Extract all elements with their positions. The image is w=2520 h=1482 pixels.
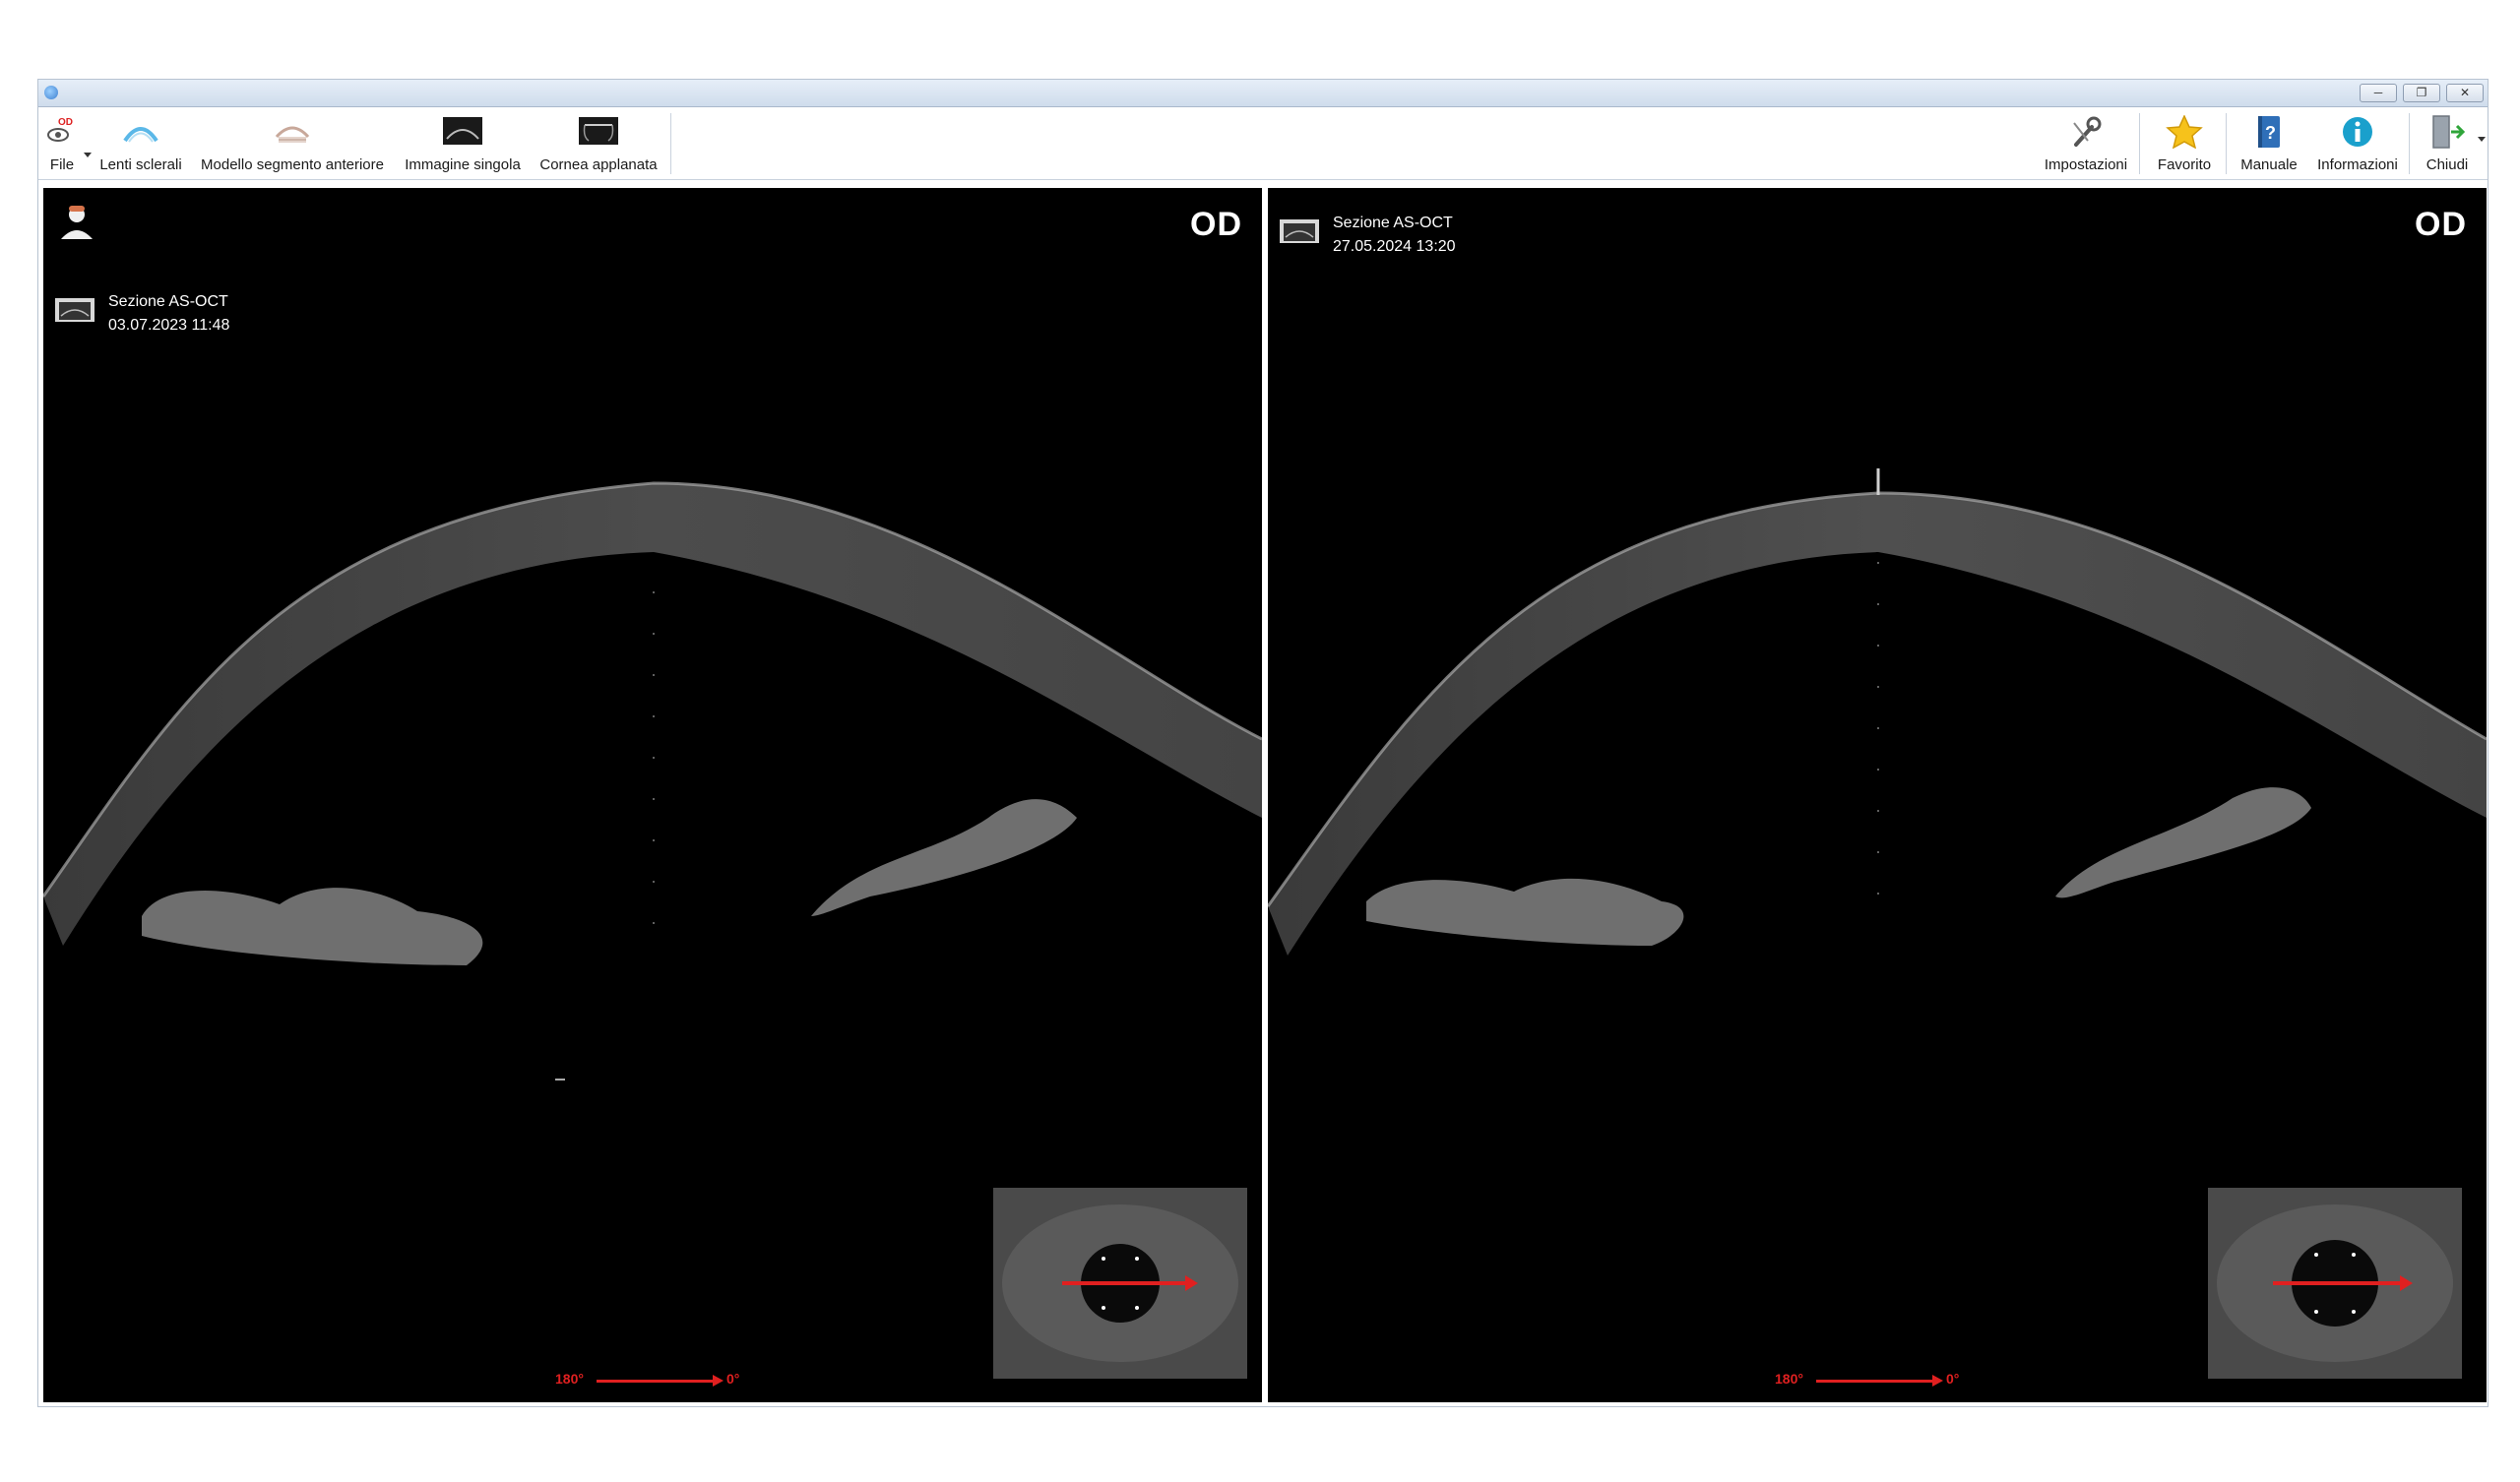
iris-thumbnail[interactable] <box>2208 1188 2462 1379</box>
info-button[interactable]: Informazioni <box>2308 107 2407 180</box>
single-image-icon <box>443 117 482 145</box>
main-toolbar: OD File Lenti sclerali Modello segmento … <box>38 107 2488 180</box>
iris-thumbnail[interactable] <box>993 1188 1247 1379</box>
direction-end: 0° <box>1946 1371 1960 1387</box>
applanated-cornea-icon <box>579 117 618 145</box>
settings-button[interactable]: Impostazioni <box>2037 107 2135 180</box>
direction-start: 180° <box>555 1371 584 1387</box>
settings-label: Impostazioni <box>2044 156 2128 173</box>
eye-label: OD <box>2415 206 2467 243</box>
close-app-label: Chiudi <box>2426 156 2469 173</box>
arrow-right-icon <box>713 1375 724 1387</box>
single-image-button[interactable]: Immagine singola <box>399 107 527 180</box>
toolbar-separator <box>2409 113 2410 174</box>
exit-door-icon <box>2432 115 2466 149</box>
scan-type: Sezione AS-OCT <box>108 293 228 310</box>
favorite-label: Favorito <box>2157 156 2212 173</box>
application-window: ─ ❐ ✕ OD File Lenti sclerali Modello seg… <box>37 79 2488 1407</box>
title-bar[interactable]: ─ ❐ ✕ <box>38 80 2488 107</box>
applanated-cornea-button[interactable]: Cornea applanata <box>535 107 662 180</box>
scan-datetime: 27.05.2024 13:20 <box>1333 238 1456 255</box>
scan-direction-indicator: 180° 0° <box>1775 1371 1962 1390</box>
direction-line <box>1816 1380 1934 1383</box>
patient-icon[interactable] <box>57 202 96 241</box>
minimize-icon: ─ <box>2373 86 2383 99</box>
close-icon: ✕ <box>2459 86 2471 99</box>
scan-type: Sezione AS-OCT <box>1333 215 1453 231</box>
minimize-button[interactable]: ─ <box>2360 84 2397 102</box>
star-icon <box>2166 115 2203 149</box>
anterior-segment-model-button[interactable]: Modello segmento anteriore <box>194 107 391 180</box>
oct-section-icon <box>55 298 94 322</box>
manual-label: Manuale <box>2240 156 2298 173</box>
anterior-segment-model-icon <box>275 126 310 143</box>
toolbar-separator <box>2139 113 2140 174</box>
applanated-cornea-label: Cornea applanata <box>539 156 658 173</box>
scleral-lens-label: Lenti sclerali <box>99 156 182 173</box>
scleral-lens-icon <box>123 127 158 143</box>
scan-datetime: 03.07.2023 11:48 <box>108 317 230 334</box>
arrow-right-icon <box>1932 1375 1943 1387</box>
file-button[interactable]: OD File <box>38 107 86 180</box>
direction-end: 0° <box>726 1371 740 1387</box>
scleral-lens-button[interactable]: Lenti sclerali <box>95 107 186 180</box>
info-icon <box>2343 117 2372 147</box>
toolbar-separator <box>670 113 671 174</box>
file-label: File <box>49 156 75 173</box>
oct-section-icon <box>1280 219 1319 243</box>
direction-start: 180° <box>1775 1371 1803 1387</box>
svg-text:OD: OD <box>58 117 73 128</box>
oct-panel-right[interactable]: OD Sezione AS-OCT 27.05.2024 13:20 180° <box>1268 188 2487 1402</box>
close-window-button[interactable]: ✕ <box>2446 84 2484 102</box>
maximize-button[interactable]: ❐ <box>2403 84 2440 102</box>
close-app-button[interactable]: Chiudi <box>2413 107 2482 180</box>
iris-image <box>993 1188 1247 1379</box>
anterior-segment-model-label: Modello segmento anteriore <box>201 156 384 173</box>
scan-direction-indicator: 180° 0° <box>555 1371 742 1390</box>
app-icon <box>44 86 58 99</box>
manual-icon: ? <box>2258 116 2280 148</box>
eye-file-icon: OD <box>47 117 73 142</box>
toolbar-separator <box>2226 113 2227 174</box>
iris-image <box>2208 1188 2462 1379</box>
single-image-label: Immagine singola <box>405 156 521 173</box>
scan-info: Sezione AS-OCT 03.07.2023 11:48 <box>108 290 229 338</box>
svg-text:?: ? <box>2265 123 2276 143</box>
oct-panel-left[interactable]: OD Sezione AS-OCT 03.07.2023 11:48 180° <box>43 188 1262 1402</box>
info-label: Informazioni <box>2317 156 2398 173</box>
scan-info: Sezione AS-OCT 27.05.2024 13:20 <box>1333 212 1456 259</box>
restore-icon: ❐ <box>2416 86 2427 99</box>
file-dropdown-icon[interactable] <box>84 153 92 157</box>
manual-button[interactable]: ? Manuale <box>2230 107 2308 180</box>
close-dropdown-icon[interactable] <box>2478 137 2486 142</box>
favorite-button[interactable]: Favorito <box>2145 107 2224 180</box>
direction-line <box>597 1380 715 1383</box>
eye-label: OD <box>1190 206 1242 243</box>
wrench-icon <box>2073 116 2102 147</box>
